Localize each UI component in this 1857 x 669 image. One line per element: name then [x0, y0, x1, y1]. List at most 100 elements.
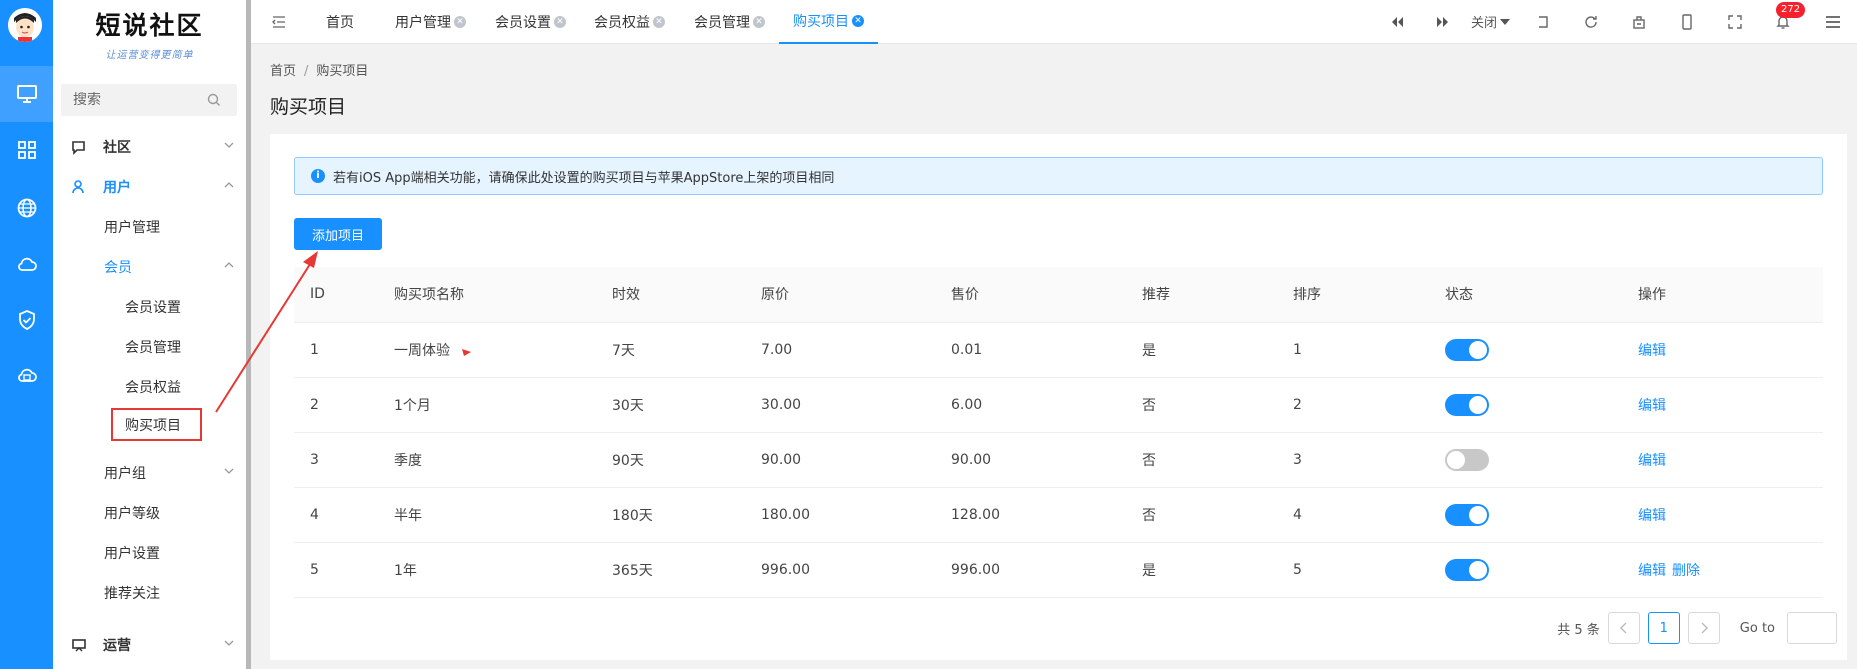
cell-status: [1429, 322, 1622, 378]
menu-item-operation-label: 运营: [103, 638, 131, 654]
breadcrumb-current: 购买项目: [316, 64, 369, 79]
status-toggle[interactable]: [1445, 558, 1489, 581]
user-icon: [71, 179, 87, 195]
search-input[interactable]: [73, 92, 203, 108]
rail-shield-item[interactable]: [0, 292, 53, 348]
edit-link[interactable]: 编辑: [1638, 453, 1666, 469]
tab-home[interactable]: 首页: [326, 0, 354, 44]
rail-apps-item[interactable]: [0, 122, 53, 178]
col-header: 售价: [935, 267, 1126, 323]
breadcrumb-home[interactable]: 首页: [270, 64, 296, 79]
collapse-menu-icon[interactable]: [269, 12, 289, 32]
menu-item-member-rights[interactable]: 会员权益: [53, 370, 246, 404]
cell-recommend: 是: [1126, 322, 1277, 378]
tab-member-manage[interactable]: 会员管理 ✕: [694, 0, 765, 44]
menu-item-member-rights-label: 会员权益: [125, 380, 181, 396]
exit-icon[interactable]: [1533, 12, 1553, 32]
cell-recommend: 否: [1126, 377, 1277, 433]
info-alert-text: 若有iOS App端相关功能，请确保此处设置的购买项目与苹果AppStore上架…: [333, 170, 835, 186]
cell-actions: 编辑 删除: [1622, 542, 1823, 598]
cloud-icon: [17, 257, 37, 271]
rail-cloud-item[interactable]: [0, 236, 53, 292]
clear-cache-icon[interactable]: [1629, 12, 1649, 32]
menu-item-user-settings[interactable]: 用户设置: [53, 536, 246, 570]
next-page-button[interactable]: [1687, 612, 1720, 644]
info-icon: i: [311, 169, 325, 183]
menu-item-recommend-follow[interactable]: 推荐关注: [53, 576, 246, 610]
col-header: 操作: [1622, 267, 1823, 323]
cell-duration: 90天: [596, 432, 745, 488]
menu-item-user[interactable]: 用户: [53, 170, 246, 204]
close-icon[interactable]: ✕: [454, 16, 466, 28]
more-menu-icon[interactable]: [1823, 12, 1843, 32]
chevron-down-icon: [224, 467, 234, 475]
tab-purchase-items-label: 购买项目: [793, 14, 849, 30]
cell-sort: 1: [1277, 322, 1429, 378]
cell-id: 5: [294, 542, 378, 598]
menu-item-community[interactable]: 社区: [53, 130, 246, 164]
menu-item-user-manage[interactable]: 用户管理: [53, 210, 246, 244]
chat-icon: [71, 139, 87, 155]
rail-cloud-storage-item[interactable]: [0, 348, 53, 404]
cell-recommend: 是: [1126, 542, 1277, 598]
rail-globe-item[interactable]: [0, 180, 53, 236]
tab-member-manage-label: 会员管理: [694, 15, 750, 31]
goto-page-input[interactable]: [1787, 612, 1837, 644]
add-item-button[interactable]: 添加项目: [294, 218, 382, 250]
close-icon[interactable]: ✕: [753, 16, 765, 28]
close-tabs-dropdown[interactable]: 关闭: [1471, 12, 1511, 31]
tab-member-settings[interactable]: 会员设置 ✕: [495, 0, 566, 44]
table-row: 1 一周体验 7天 7.00 0.01 是 1 编辑: [294, 322, 1823, 378]
col-header: 排序: [1277, 267, 1429, 323]
close-icon[interactable]: ✕: [554, 16, 566, 28]
edit-link[interactable]: 编辑: [1638, 563, 1666, 579]
status-toggle[interactable]: [1445, 448, 1489, 471]
rail-monitor-item[interactable]: [0, 66, 53, 122]
menu-item-member[interactable]: 会员: [53, 250, 246, 284]
status-toggle[interactable]: [1445, 338, 1489, 361]
refresh-icon[interactable]: [1581, 12, 1601, 32]
chevron-down-icon: [224, 141, 234, 149]
menu-item-user-group[interactable]: 用户组: [53, 456, 246, 490]
scroll-right-icon[interactable]: [1433, 12, 1453, 32]
cell-status: [1429, 487, 1622, 543]
menu-item-member-settings[interactable]: 会员设置: [53, 290, 246, 324]
cell-recommend: 否: [1126, 432, 1277, 488]
scroll-left-icon[interactable]: [1387, 12, 1407, 32]
tab-user-manage[interactable]: 用户管理 ✕: [395, 0, 466, 44]
menu-item-operation[interactable]: 运营: [53, 628, 246, 662]
menu-item-user-level[interactable]: 用户等级: [53, 496, 246, 530]
close-icon[interactable]: ✕: [653, 16, 665, 28]
status-toggle[interactable]: [1445, 393, 1489, 416]
menu-item-member-manage[interactable]: 会员管理: [53, 330, 246, 364]
table-header-row: ID 购买项名称 时效 原价 售价 推荐 排序 状态 操作: [294, 267, 1823, 323]
delete-link[interactable]: 删除: [1672, 563, 1700, 579]
avatar[interactable]: [8, 8, 42, 42]
status-toggle[interactable]: [1445, 503, 1489, 526]
cell-id: 2: [294, 377, 378, 433]
cell-duration: 180天: [596, 487, 745, 543]
cell-name: 1年: [378, 542, 596, 598]
edit-link[interactable]: 编辑: [1638, 398, 1666, 414]
table-row: 2 1个月 30天 30.00 6.00 否 2 编辑: [294, 377, 1823, 433]
edit-link[interactable]: 编辑: [1638, 343, 1666, 359]
close-icon[interactable]: ✕: [852, 15, 864, 27]
table-row: 5 1年 365天 996.00 996.00 是 5 编辑 删除: [294, 542, 1823, 598]
fullscreen-icon[interactable]: [1725, 12, 1745, 32]
sidebar-splitter[interactable]: [246, 0, 251, 669]
mobile-icon[interactable]: [1677, 12, 1697, 32]
cell-name: 半年: [378, 487, 596, 543]
cell-sort: 2: [1277, 377, 1429, 433]
page-number-button[interactable]: 1: [1647, 612, 1680, 644]
tab-user-manage-label: 用户管理: [395, 15, 451, 31]
apps-grid-icon: [17, 141, 36, 159]
cell-actions: 编辑: [1622, 322, 1823, 378]
breadcrumb-separator: /: [304, 64, 309, 79]
content-card: i 若有iOS App端相关功能，请确保此处设置的购买项目与苹果AppStore…: [270, 134, 1847, 660]
menu-search: [61, 84, 237, 116]
prev-page-button[interactable]: [1607, 612, 1640, 644]
tab-purchase-items[interactable]: 购买项目 ✕: [779, 0, 878, 44]
edit-link[interactable]: 编辑: [1638, 508, 1666, 524]
tab-member-rights[interactable]: 会员权益 ✕: [594, 0, 665, 44]
search-icon[interactable]: [207, 93, 221, 107]
